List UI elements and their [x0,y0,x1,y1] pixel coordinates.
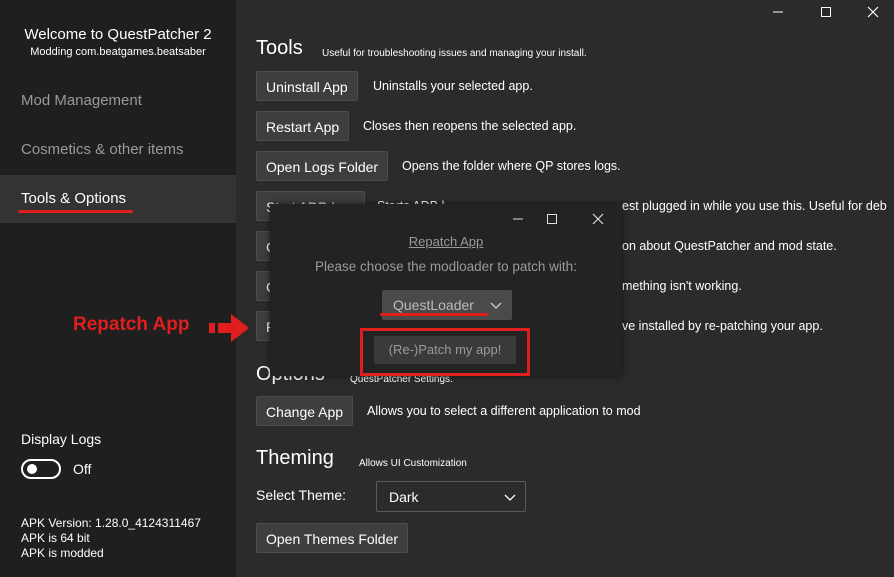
arrow-right-icon [209,314,249,342]
repatch-my-app-button[interactable]: (Re-)Patch my app! [374,336,516,364]
open-logs-folder-button[interactable]: Open Logs Folder [256,151,389,181]
theme-select-value: Dark [389,489,419,505]
display-logs-label: Display Logs [21,431,102,447]
minimize-button[interactable] [755,0,801,24]
close-icon [592,213,604,225]
dialog-title: Repatch App [408,234,484,249]
adb-log-description-end: est plugged in while you use this. Usefu… [622,199,887,213]
modloader-select-value: QuestLoader [393,297,474,313]
restart-app-description: Closes then reopens the selected app. [363,119,577,133]
dialog-maximize-button[interactable] [538,208,566,230]
maximize-button[interactable] [803,0,849,24]
annotation-label: Repatch App [73,314,190,335]
theming-note: Allows UI Customization [359,458,467,469]
app-title: Welcome to QuestPatcher 2 [24,26,212,43]
change-app-description: Allows you to select a different applica… [367,404,641,418]
select-theme-label: Select Theme: [256,487,347,503]
theme-select[interactable]: Dark [376,481,526,512]
tools-title: Tools [256,37,303,59]
open-logs-folder-description: Opens the folder where QP stores logs. [402,159,621,173]
nav-item-cosmetics[interactable]: Cosmetics & other items [0,126,236,174]
maximize-icon [821,7,831,17]
maximize-icon [547,214,557,224]
annotation-underline [18,210,133,213]
open-themes-folder-button[interactable]: Open Themes Folder [256,523,409,553]
dialog-minimize-button[interactable] [504,208,532,230]
apk-bits: APK is 64 bit [21,531,90,545]
repatch-dialog: Repatch App Please choose the modloader … [270,204,622,376]
restart-app-button[interactable]: Restart App [256,111,350,141]
close-icon [867,6,879,18]
sidebar: Welcome to QuestPatcher 2 Modding com.be… [0,0,236,577]
tool-description-5: on about QuestPatcher and mod state. [622,239,837,253]
chevron-down-icon [504,494,516,501]
annotation-underline [380,313,488,316]
tools-note: Useful for troubleshooting issues and ma… [322,48,587,59]
change-app-button[interactable]: Change App [256,396,354,426]
tool-description-6: mething isn't working. [622,279,742,293]
nav-item-tools-options[interactable]: Tools & Options [0,175,236,223]
minimize-icon [513,218,523,220]
repatch-app-description: ve installed by re-patching your app. [622,319,823,333]
close-button[interactable] [850,0,894,24]
apk-version: APK Version: 1.28.0_4124311467 [21,516,201,530]
uninstall-app-description: Uninstalls your selected app. [373,79,533,93]
theming-title: Theming [256,447,334,469]
dialog-close-button[interactable] [584,208,612,230]
toggle-knob [27,464,37,474]
nav-item-mod-management[interactable]: Mod Management [0,77,236,125]
app-subtitle: Modding com.beatgames.beatsaber [30,46,206,58]
display-logs-toggle[interactable] [21,459,61,479]
dialog-prompt: Please choose the modloader to patch wit… [315,259,577,274]
minimize-icon [773,11,783,13]
apk-modded: APK is modded [21,546,104,560]
chevron-down-icon [490,302,502,309]
display-logs-state: Off [73,461,92,477]
uninstall-app-button[interactable]: Uninstall App [256,71,358,101]
